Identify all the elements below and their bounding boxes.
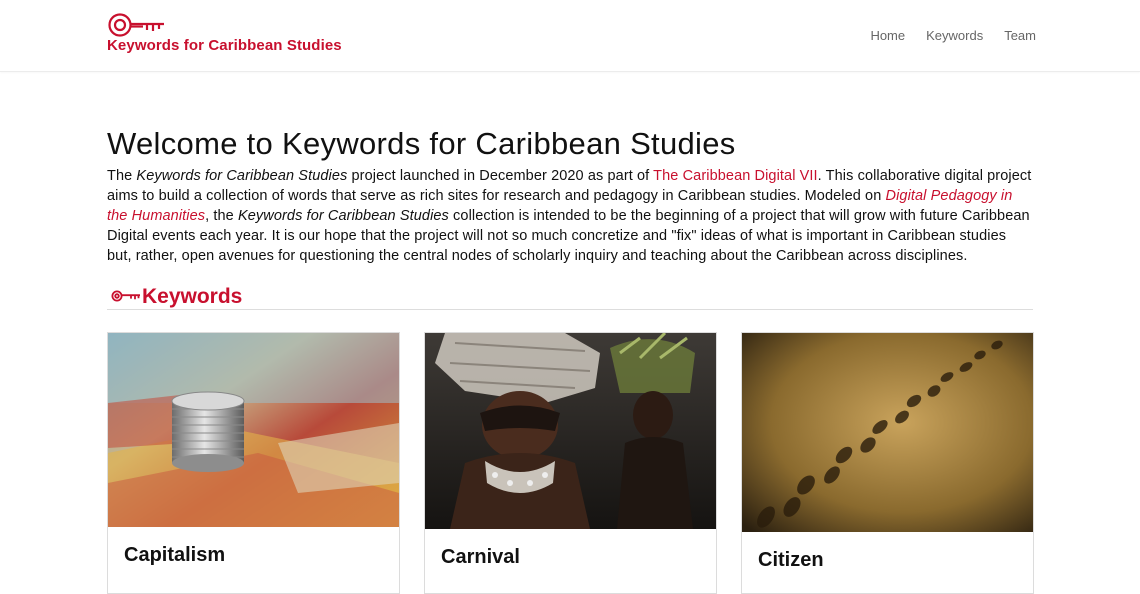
page-title: Welcome to Keywords for Caribbean Studie… xyxy=(107,126,736,161)
keywords-section-title: Keywords xyxy=(142,285,243,308)
main-nav: Home Keywords Team xyxy=(870,28,1036,43)
keyword-card-capitalism[interactable]: Capitalism xyxy=(107,332,400,594)
carnival-masquerader-photo[interactable] xyxy=(425,333,716,529)
keywords-section-header: Keywords xyxy=(107,282,1033,310)
intro-text-2: project launched in December 2020 as par… xyxy=(347,168,654,184)
coins-on-banknotes-photo[interactable] xyxy=(108,333,399,527)
site-logo-link[interactable]: Keywords for Caribbean Studies xyxy=(107,37,342,54)
keyword-card-citizen[interactable]: Citizen xyxy=(741,332,1034,594)
key-icon xyxy=(111,290,140,302)
keyword-card-label[interactable]: Citizen xyxy=(758,549,824,572)
key-icon[interactable] xyxy=(107,12,165,38)
keyword-card-label[interactable]: Capitalism xyxy=(124,544,225,567)
caribbean-digital-link[interactable]: The Caribbean Digital VII xyxy=(653,168,818,184)
intro-paragraph: The Keywords for Caribbean Studies proje… xyxy=(107,166,1033,266)
site-header: Keywords for Caribbean Studies Home Keyw… xyxy=(0,0,1140,72)
intro-text-4: , the xyxy=(205,208,238,224)
nav-keywords-link[interactable]: Keywords xyxy=(926,28,983,43)
keyword-card-label[interactable]: Carnival xyxy=(441,546,520,569)
project-name-emphasis: Keywords for Caribbean Studies xyxy=(136,168,348,184)
nav-home-link[interactable]: Home xyxy=(870,28,905,43)
project-name-emphasis-2: Keywords for Caribbean Studies xyxy=(237,208,449,224)
keyword-card-carnival[interactable]: Carnival xyxy=(424,332,717,594)
intro-text-1: The xyxy=(107,168,137,184)
nav-team-link[interactable]: Team xyxy=(1004,28,1036,43)
footprints-in-sand-photo[interactable] xyxy=(742,333,1033,532)
